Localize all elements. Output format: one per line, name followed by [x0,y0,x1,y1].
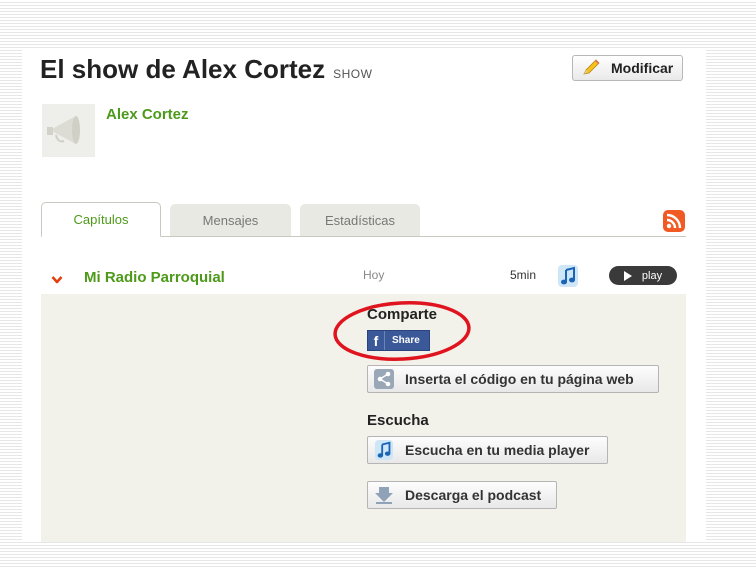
facebook-share-button[interactable]: f Share [367,330,430,351]
music-note-icon [374,440,394,460]
play-button-label: play [641,269,663,282]
download-arrow-icon [375,487,393,504]
play-button[interactable]: play [609,266,677,285]
embed-code-label: Inserta el código en tu página web [405,371,634,387]
media-player-button[interactable]: Escucha en tu media player [367,436,608,464]
modify-button-label: Modificar [611,60,674,76]
facebook-share-label: Share [392,335,420,346]
episode-duration: 5min [510,268,537,282]
media-player-label: Escucha en tu media player [405,442,590,458]
avatar[interactable] [42,104,95,157]
chevron-down-icon [51,276,63,284]
tab-estadisticas[interactable]: Estadísticas [300,204,420,236]
show-title: El show de Alex Cortez [40,54,326,84]
tab-bar: Capítulos Mensajes Estadísticas [41,202,686,237]
listen-heading: Escucha [367,412,429,429]
share-nodes-icon [374,369,394,389]
episode-header: Mi Radio Parroquial Hoy 5min play [41,262,686,294]
megaphone-icon [47,116,80,144]
show-type-tag: SHOW [333,67,373,81]
rss-feed-button[interactable] [663,210,685,237]
music-note-icon [558,265,578,287]
show-panel: El show de Alex Cortez SHOW Modificar Ale… [22,48,706,542]
owner-link[interactable]: Alex Cortez [106,106,189,123]
download-podcast-label: Descarga el podcast [405,487,542,503]
share-heading: Comparte [367,306,438,323]
collapse-episode-button[interactable] [51,272,63,290]
episode-title[interactable]: Mi Radio Parroquial [84,269,225,286]
pencil-icon [583,59,600,75]
tab-capitulos[interactable]: Capítulos [41,202,161,237]
rss-icon [663,210,685,232]
play-icon [623,270,632,281]
embed-code-button[interactable]: Inserta el código en tu página web [367,365,659,393]
download-podcast-button[interactable]: Descarga el podcast [367,481,557,509]
modify-button[interactable]: Modificar [572,55,683,81]
page-title: El show de Alex Cortez SHOW [40,54,372,85]
itunes-link[interactable] [558,265,578,292]
tab-mensajes[interactable]: Mensajes [170,204,291,236]
episode-details: Comparte f Share Inserta el código en tu… [41,294,686,542]
episode-date: Hoy [363,268,385,282]
facebook-icon: f [368,331,385,350]
